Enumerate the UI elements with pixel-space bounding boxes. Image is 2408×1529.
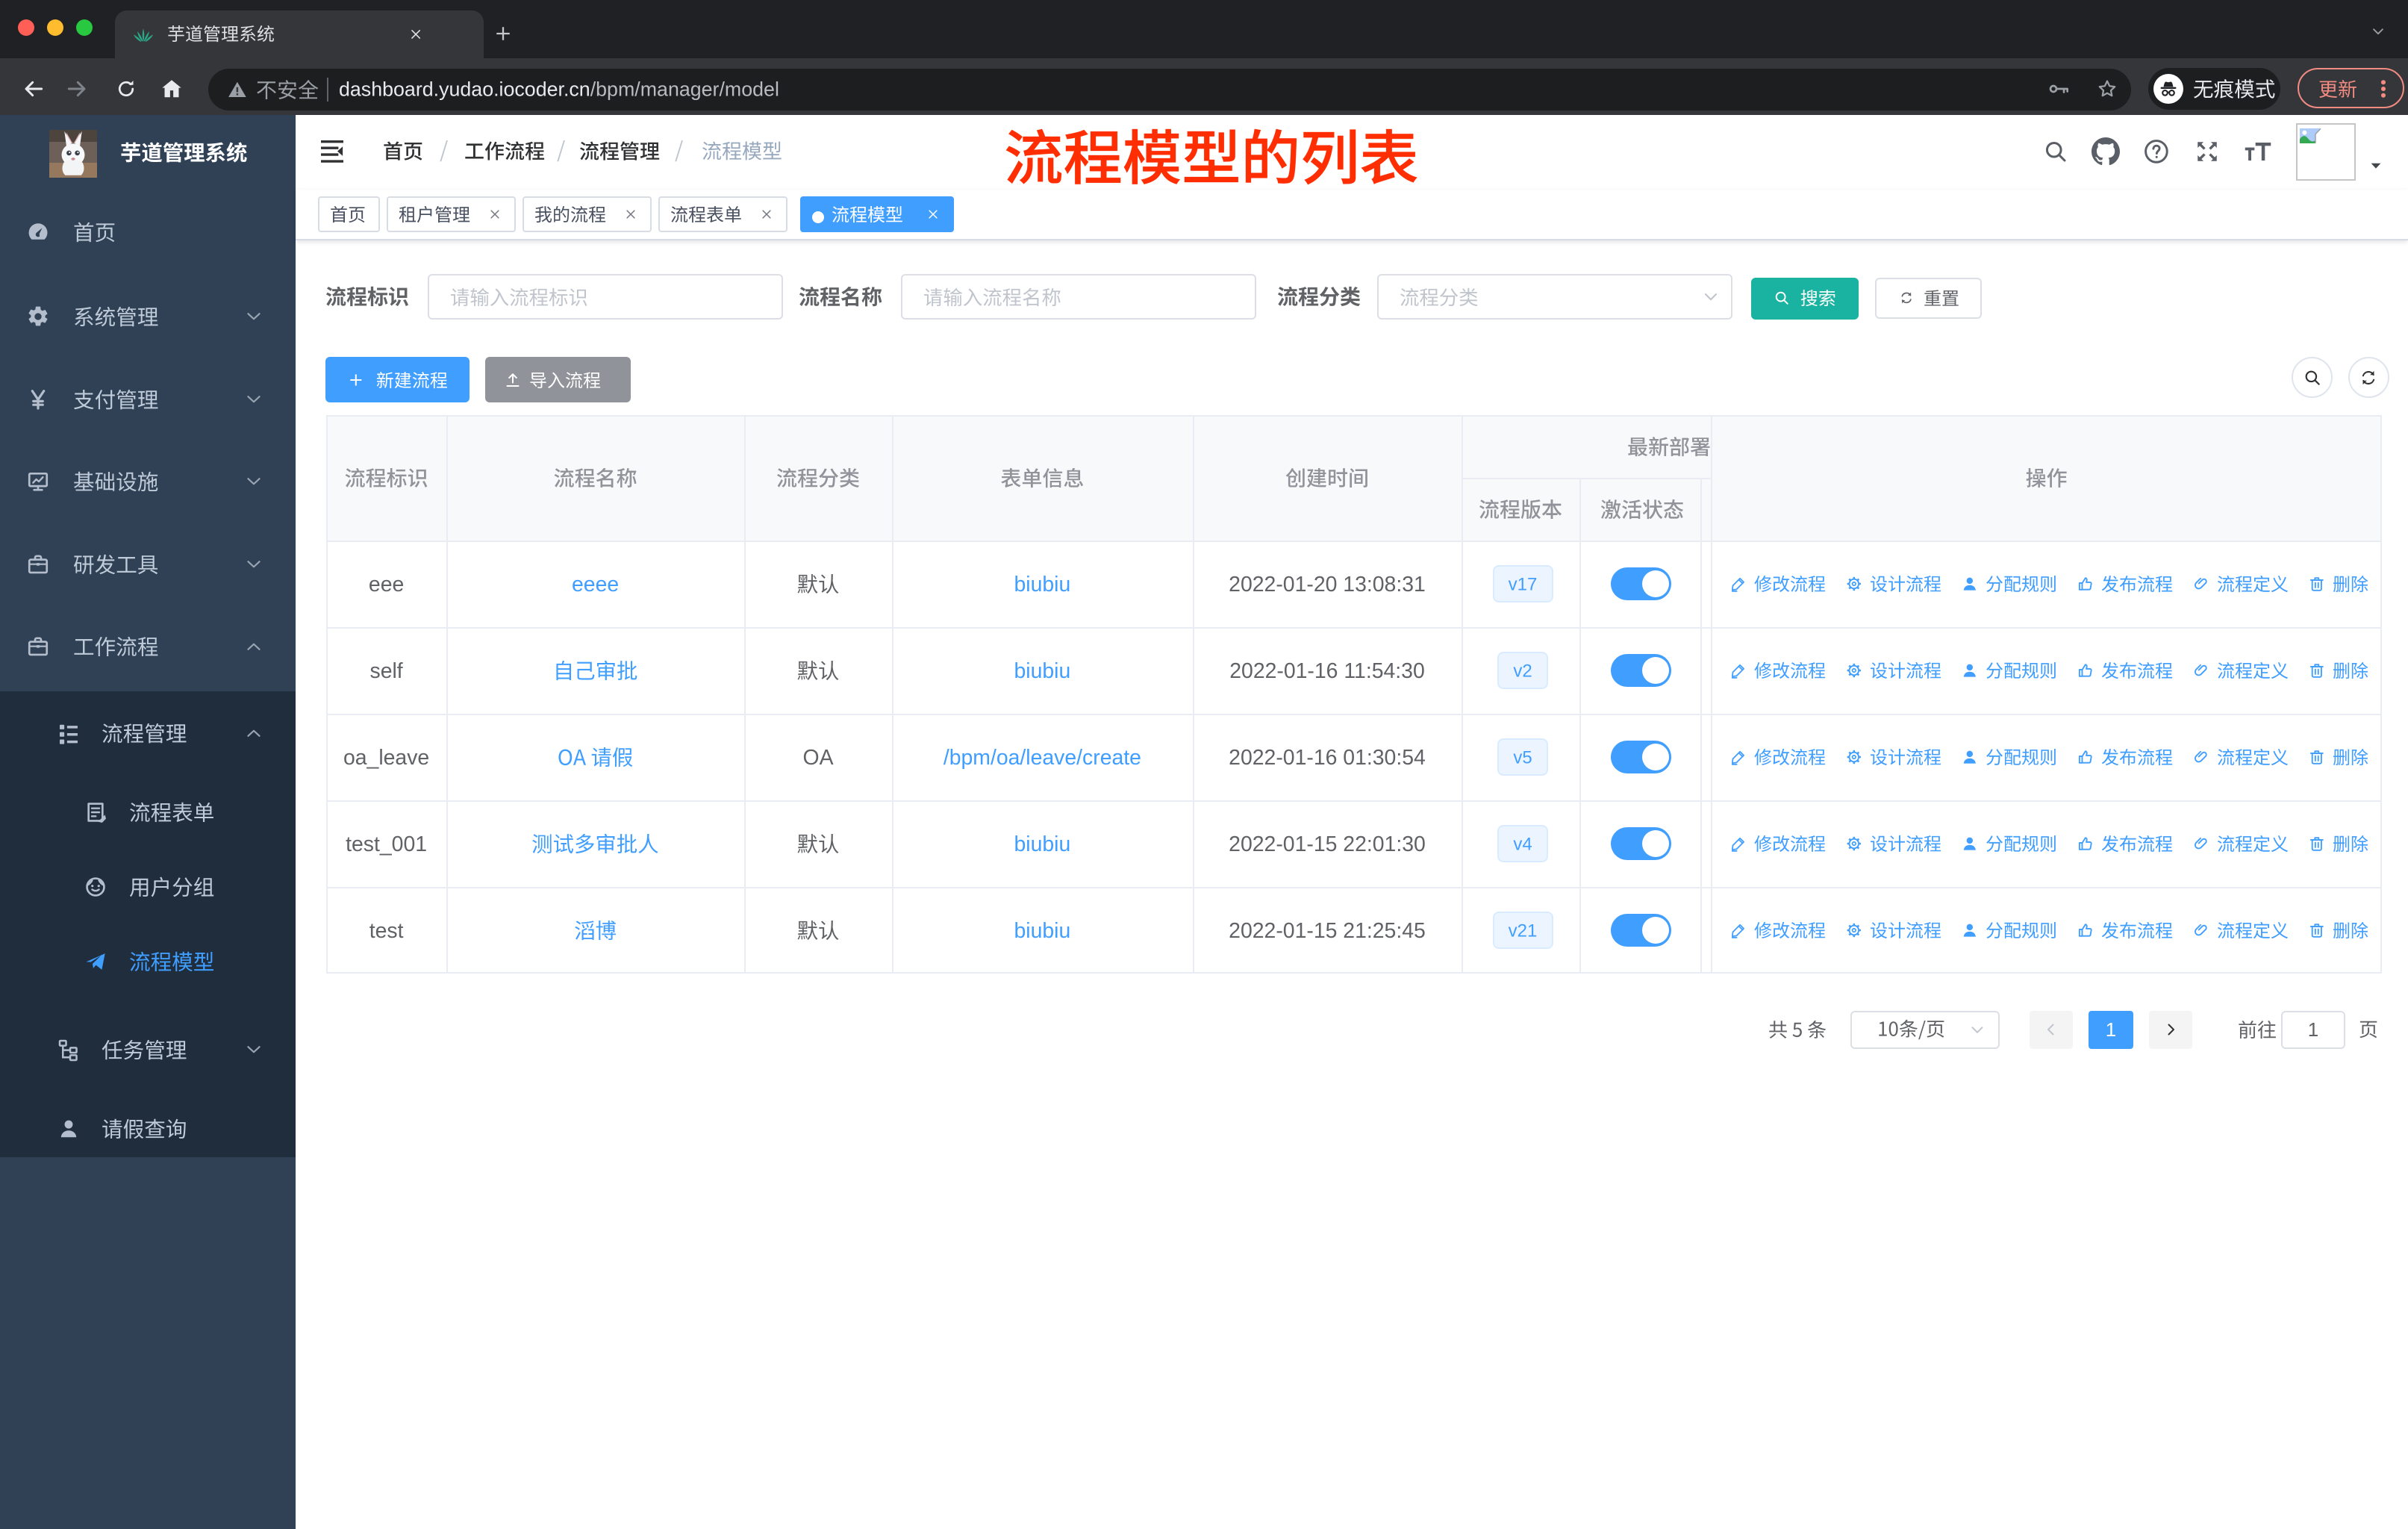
svg-text:OA: OA — [802, 746, 833, 770]
svg-text:v5: v5 — [1513, 748, 1532, 768]
svg-text:oa_leave: oa_leave — [343, 746, 429, 770]
svg-text:2022-01-16 01:30:54: 2022-01-16 01:30:54 — [1229, 746, 1426, 770]
svg-text:2022-01-15 21:25:45: 2022-01-15 21:25:45 — [1229, 919, 1426, 943]
svg-text:/bpm/oa/leave/create: /bpm/oa/leave/create — [943, 746, 1141, 770]
svg-text:v17: v17 — [1509, 575, 1538, 595]
svg-text:self: self — [370, 659, 403, 683]
svg-text:biubiu: biubiu — [1014, 832, 1071, 856]
svg-text:v4: v4 — [1513, 835, 1532, 855]
svg-text:eee: eee — [369, 573, 404, 597]
svg-text:v21: v21 — [1509, 921, 1538, 941]
svg-text:2022-01-15 22:01:30: 2022-01-15 22:01:30 — [1229, 832, 1426, 856]
svg-text:test_001: test_001 — [346, 832, 427, 856]
svg-text:1: 1 — [2106, 1018, 2116, 1041]
svg-text:biubiu: biubiu — [1014, 919, 1071, 943]
svg-text:test: test — [369, 919, 404, 943]
svg-text:eeee: eeee — [572, 573, 619, 597]
svg-text:biubiu: biubiu — [1014, 573, 1071, 597]
svg-text:2022-01-20 13:08:31: 2022-01-20 13:08:31 — [1229, 573, 1426, 597]
svg-text:v2: v2 — [1513, 661, 1532, 682]
svg-text:2022-01-16 11:54:30: 2022-01-16 11:54:30 — [1229, 659, 1425, 683]
svg-text:biubiu: biubiu — [1014, 659, 1071, 683]
svg-text:1: 1 — [2308, 1018, 2318, 1041]
svg-text:dashboard.yudao.iocoder.cn/bpm: dashboard.yudao.iocoder.cn/bpm/manager/m… — [339, 78, 779, 101]
